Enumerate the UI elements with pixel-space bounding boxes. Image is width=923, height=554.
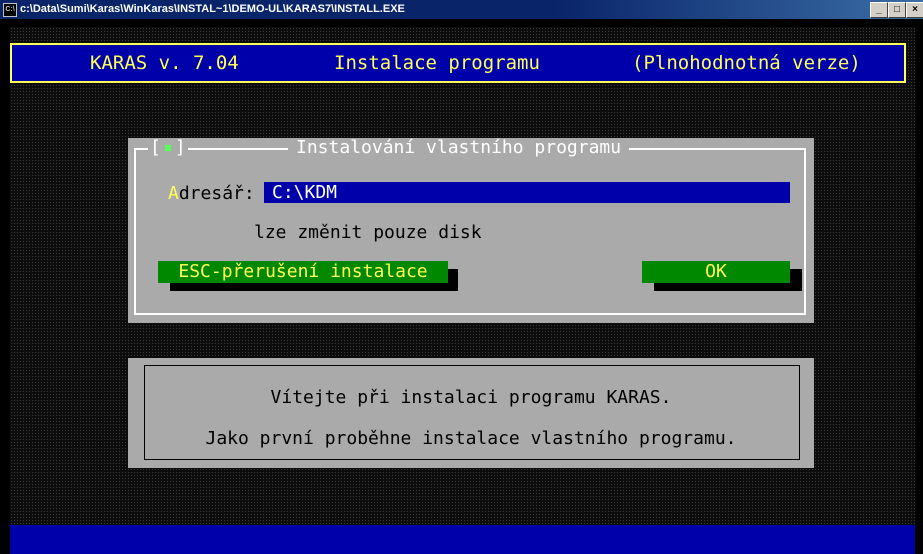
welcome-panel: Vítejte při instalaci programu KARAS. Ja… <box>128 358 814 468</box>
directory-hint: lze změnit pouze disk <box>254 222 482 243</box>
ok-button[interactable]: OK <box>642 261 790 283</box>
window-title: c:\Data\Sumi\Karas\WinKaras\INSTAL~1\DEM… <box>20 3 405 15</box>
console-area: KARAS v. 7.04 Instalace programu (Plnoho… <box>0 19 923 554</box>
directory-label: Adresář: <box>168 183 255 204</box>
status-bar <box>10 525 915 554</box>
dialog-title: Instalování vlastního programu <box>288 138 630 158</box>
scrollbar[interactable] <box>915 19 923 554</box>
program-section: Instalace programu <box>334 52 540 74</box>
console-icon[interactable]: C:\ <box>3 3 17 17</box>
title-bar[interactable]: C:\ c:\Data\Sumi\Karas\WinKaras\INSTAL~1… <box>0 0 923 19</box>
minimize-button[interactable]: _ <box>870 2 888 18</box>
program-version: KARAS v. 7.04 <box>90 52 239 74</box>
program-header: KARAS v. 7.04 Instalace programu (Plnoho… <box>10 43 906 83</box>
cancel-install-button[interactable]: ESC-přerušení instalace <box>158 261 448 283</box>
welcome-line-2: Jako první proběhne instalace vlastního … <box>205 428 737 449</box>
welcome-line-1: Vítejte při instalaci programu KARAS. <box>270 387 672 408</box>
close-button[interactable]: × <box>906 2 923 18</box>
dialog-close-box[interactable]: [] <box>148 138 188 158</box>
maximize-button[interactable]: □ <box>888 2 906 18</box>
directory-input[interactable] <box>264 182 790 203</box>
program-edition: (Plnohodnotná verze) <box>632 52 861 74</box>
install-dialog: [] Instalování vlastního programu Adresá… <box>128 138 814 323</box>
console-window: C:\ c:\Data\Sumi\Karas\WinKaras\INSTAL~1… <box>0 0 923 554</box>
directory-hotkey: A <box>168 183 179 204</box>
close-square-icon[interactable] <box>164 145 171 151</box>
